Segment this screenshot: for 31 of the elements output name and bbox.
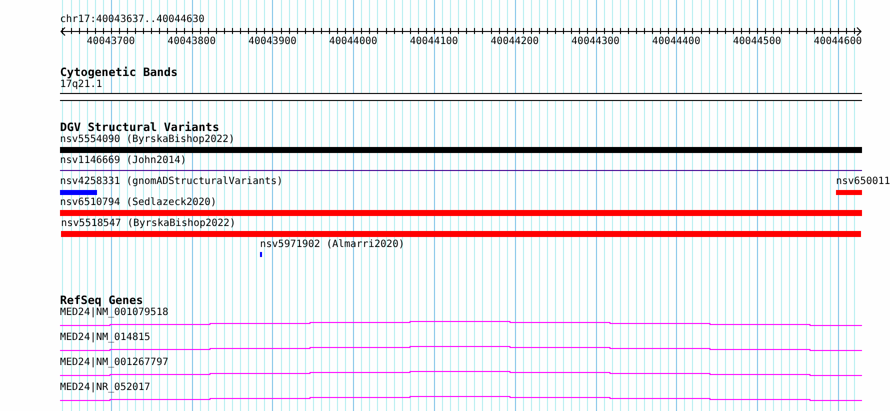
tick-label: 40044500 <box>732 36 782 48</box>
variant-label: nsv1146669 (John2014) <box>60 155 186 167</box>
variant-bar[interactable] <box>836 190 862 195</box>
band-label: 17q21.1 <box>60 79 102 91</box>
tick-label: 40044400 <box>652 36 700 48</box>
tick-label: 40043800 <box>168 36 216 48</box>
variant-bar[interactable] <box>60 210 862 216</box>
gene-label: MED24|NM_001079518 <box>60 307 168 319</box>
variant-label: nsv5554090 (ByrskaBishop2022) <box>60 134 235 146</box>
track-title: Cytogenetic Bands <box>60 66 178 79</box>
tick-label: 40044600 <box>814 36 862 48</box>
variant-label: nsv6510794 (Sedlazeck2020) <box>60 197 217 209</box>
variant-bar[interactable] <box>61 231 861 237</box>
tick-label: 40044000 <box>329 36 378 48</box>
tick-label: 40044200 <box>490 36 539 48</box>
variant-label: nsv4258331 (gnomADStructuralVariants) <box>60 176 283 188</box>
location-text: chr17:40043637..40044630 <box>60 14 204 26</box>
variant-bar[interactable] <box>60 190 97 195</box>
variant-label: nsv5518547 (ByrskaBishop2022) <box>61 218 236 230</box>
track-title: RefSeq Genes <box>60 294 144 307</box>
gene-label: MED24|NM_001267797 <box>60 357 168 369</box>
variant-bar[interactable] <box>60 147 862 153</box>
tick-label: 40044100 <box>410 36 458 48</box>
tick-label: 40044300 <box>571 36 620 48</box>
track-title: DGV Structural Variants <box>60 121 220 134</box>
gene-label: MED24|NM_014815 <box>60 332 150 344</box>
gene-label: MED24|NR_052017 <box>60 382 150 394</box>
tick-label: 40043700 <box>86 36 135 48</box>
variant-label: nsv650011 <box>836 176 890 188</box>
variant-label: nsv5971902 (Almarri2020) <box>260 239 404 251</box>
tick-label: 40043900 <box>248 36 296 48</box>
